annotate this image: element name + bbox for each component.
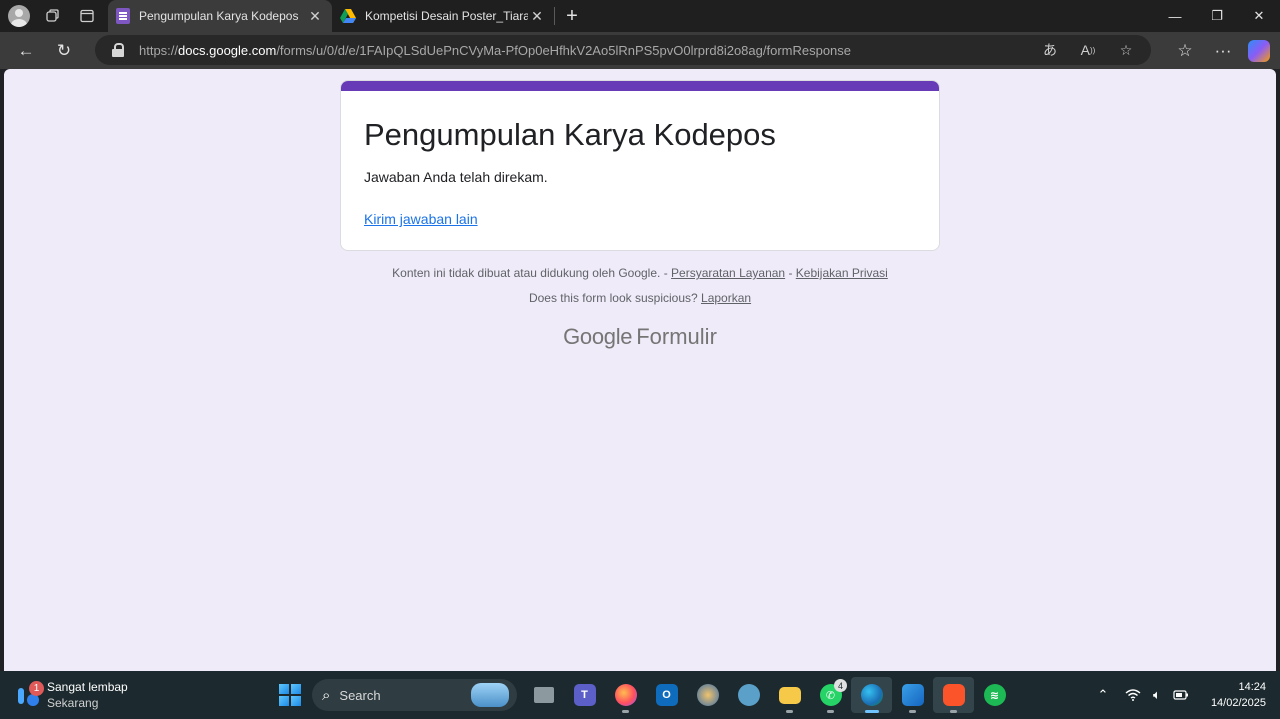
footer-disclaimer: Konten ini tidak dibuat atau didukung ol…: [392, 266, 888, 280]
favorites-icon[interactable]: ☆: [1166, 35, 1204, 67]
clock[interactable]: 14:24 14/02/2025: [1211, 679, 1266, 711]
outlook-icon[interactable]: O: [646, 677, 687, 713]
google-forms-icon: [116, 8, 130, 24]
lock-icon[interactable]: [111, 42, 125, 58]
brave-icon[interactable]: [933, 677, 974, 713]
form-title: Pengumpulan Karya Kodepos: [364, 117, 776, 152]
terms-link[interactable]: Persyaratan Layanan: [671, 266, 785, 280]
tab-title: Kompetisi Desain Poster_Tiara Re: [365, 9, 528, 23]
copilot-icon[interactable]: [1248, 39, 1270, 62]
submit-another-link[interactable]: Kirim jawaban lain: [364, 211, 478, 227]
refresh-icon[interactable]: ↻: [45, 35, 83, 67]
search-icon: ⌕: [322, 686, 331, 704]
search-highlight-image: [471, 683, 509, 707]
volume-icon[interactable]: 🔈︎: [1145, 683, 1169, 707]
windows-logo-icon: [279, 684, 301, 706]
weather-humidity-icon: 1: [14, 681, 44, 708]
chevron-up-icon[interactable]: ⌃: [1091, 683, 1115, 707]
minimize-icon[interactable]: —: [1154, 0, 1196, 32]
tab-actions-icon[interactable]: [70, 0, 104, 32]
window-controls: — ❐ ✕: [1154, 0, 1280, 32]
task-view-icon[interactable]: [523, 677, 564, 713]
tab-kompetisi[interactable]: Kompetisi Desain Poster_Tiara Re ✕: [332, 0, 554, 32]
tab-title: Pengumpulan Karya Kodepos: [139, 9, 299, 23]
whatsapp-icon[interactable]: ✆ 4: [810, 677, 851, 713]
photos-icon[interactable]: [892, 677, 933, 713]
translate-icon[interactable]: あ: [1031, 37, 1069, 63]
card-accent-bar: [341, 81, 939, 91]
confirmation-card: Pengumpulan Karya Kodepos Jawaban Anda t…: [340, 80, 940, 251]
firefox-icon[interactable]: [605, 677, 646, 713]
browser-toolbar: ← ↻ https://docs.google.com/forms/u/0/d/…: [0, 32, 1280, 69]
file-explorer-icon[interactable]: [769, 677, 810, 713]
whatsapp-badge: 4: [834, 679, 847, 692]
confirmation-message: Jawaban Anda telah direkam.: [364, 169, 548, 185]
back-icon[interactable]: ←: [7, 35, 45, 67]
wifi-icon[interactable]: [1121, 683, 1145, 707]
network-app-icon[interactable]: [728, 677, 769, 713]
notification-badge: 1: [29, 681, 44, 696]
workspaces-icon[interactable]: [36, 0, 70, 32]
close-tab-icon[interactable]: ✕: [528, 7, 546, 25]
weather-subtitle: Sekarang: [47, 696, 99, 710]
weather-widget[interactable]: 1 Sangat lembap Sekarang: [14, 679, 164, 711]
globe-app-icon[interactable]: [687, 677, 728, 713]
weather-title: Sangat lembap: [47, 680, 128, 694]
read-aloud-icon[interactable]: A)): [1069, 37, 1107, 63]
privacy-link[interactable]: Kebijakan Privasi: [796, 266, 888, 280]
start-button[interactable]: [272, 677, 308, 713]
favorite-star-icon[interactable]: ☆: [1107, 37, 1145, 63]
more-menu-icon[interactable]: ···: [1204, 35, 1242, 67]
footer-report: Does this form look suspicious? Laporkan: [528, 291, 752, 305]
battery-icon[interactable]: [1169, 683, 1193, 707]
new-tab-icon[interactable]: +: [555, 0, 589, 32]
windows-taskbar: 1 Sangat lembap Sekarang ⌕ Search T O ✆ 4…: [0, 671, 1280, 719]
profile-avatar-icon[interactable]: [8, 5, 30, 27]
clock-time: 14:24: [1238, 681, 1266, 693]
page-viewport: Pengumpulan Karya Kodepos Jawaban Anda t…: [4, 69, 1276, 671]
address-bar[interactable]: https://docs.google.com/forms/u/0/d/e/1F…: [95, 35, 1151, 65]
clock-date: 14/02/2025: [1210, 697, 1266, 709]
restore-icon[interactable]: ❐: [1196, 0, 1238, 32]
report-link[interactable]: Laporkan: [701, 291, 751, 305]
google-forms-logo[interactable]: Google Formulir: [4, 324, 1276, 350]
taskbar-search[interactable]: ⌕ Search: [312, 679, 517, 711]
teams-icon[interactable]: T: [564, 677, 605, 713]
tab-pengumpulan[interactable]: Pengumpulan Karya Kodepos ✕: [108, 0, 332, 32]
edge-icon[interactable]: [851, 677, 892, 713]
close-window-icon[interactable]: ✕: [1238, 0, 1280, 32]
google-drive-icon: [340, 9, 356, 23]
close-tab-icon[interactable]: ✕: [306, 7, 324, 25]
url-text: https://docs.google.com/forms/u/0/d/e/1F…: [139, 42, 852, 58]
browser-tab-strip: Pengumpulan Karya Kodepos ✕ Kompetisi De…: [0, 0, 1280, 32]
search-placeholder: Search: [339, 687, 381, 703]
system-tray: ⌃ 🔈︎ 14:24 14/02/2025: [1091, 677, 1266, 713]
spotify-icon[interactable]: ≋: [974, 677, 1015, 713]
